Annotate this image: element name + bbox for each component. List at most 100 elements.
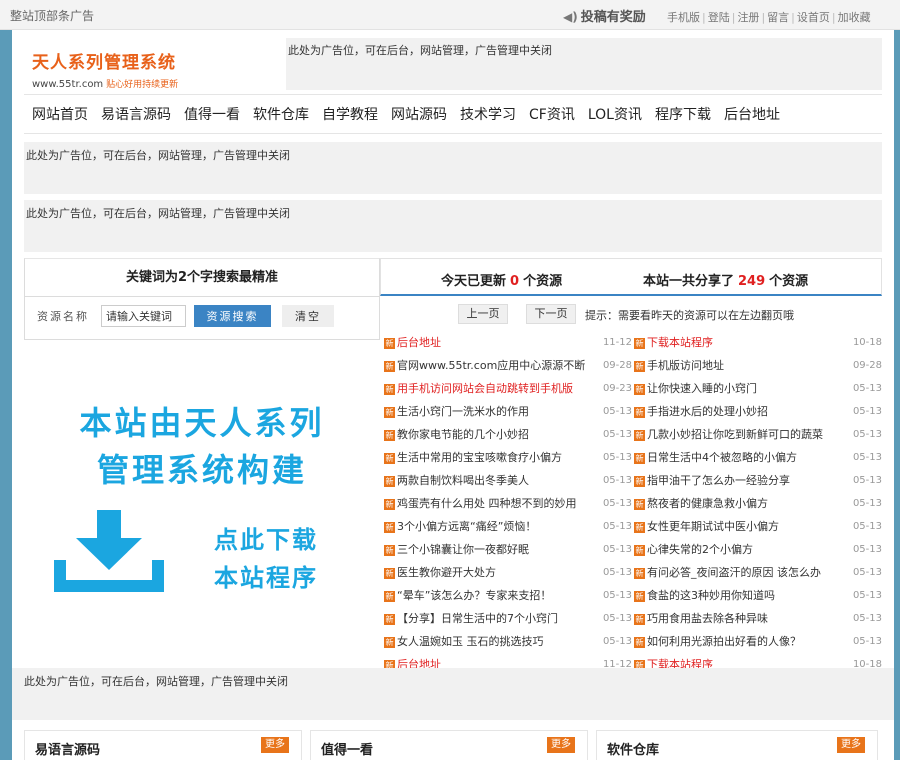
- resource-item[interactable]: 新后台地址 11-12: [384, 332, 632, 355]
- resource-date: 09-28: [602, 360, 632, 371]
- resource-title[interactable]: 三个小锦囊让你一夜都好眠: [397, 539, 529, 561]
- resource-title[interactable]: 鸡蛋壳有什么用处 四种想不到的妙用: [397, 493, 577, 515]
- resource-title[interactable]: 教你家电节能的几个小妙招: [397, 424, 529, 446]
- resource-title[interactable]: 女性更年期试试中医小偏方: [647, 516, 779, 538]
- link-register[interactable]: 注册: [737, 11, 759, 24]
- new-badge-icon: 新: [634, 590, 645, 602]
- ad-bar-2[interactable]: 此处为广告位，可在后台，网站管理，广告管理中关闭: [24, 200, 882, 252]
- resource-title[interactable]: 生活中常用的宝宝咳嗽食疗小偏方: [397, 447, 562, 469]
- resource-item[interactable]: 新下载本站程序 10-18: [634, 332, 882, 355]
- nav-download[interactable]: 程序下载: [655, 104, 711, 124]
- resource-item[interactable]: 新女人温婉如玉 玉石的挑选技巧 05-13: [384, 631, 632, 654]
- top-banner-ad[interactable]: 整站顶部条广告: [10, 7, 94, 24]
- resource-item[interactable]: 新熬夜者的健康急救小偏方 05-13: [634, 493, 882, 516]
- resource-item[interactable]: 新生活小窍门一洗米水的作用 05-13: [384, 401, 632, 424]
- resource-title[interactable]: 让你快速入睡的小窍门: [647, 378, 757, 400]
- nav-tech[interactable]: 技术学习: [460, 104, 516, 124]
- nav-web-source[interactable]: 网站源码: [391, 104, 447, 124]
- resource-item[interactable]: 新手指进水后的处理小妙招 05-13: [634, 401, 882, 424]
- resource-title[interactable]: 3个小偏方远离“痛经”烦恼！: [397, 516, 536, 538]
- resource-item[interactable]: 新如何利用光源拍出好看的人像？ 05-13: [634, 631, 882, 654]
- resource-item[interactable]: 新让你快速入睡的小窍门 05-13: [634, 378, 882, 401]
- more-button[interactable]: 更多: [261, 737, 289, 753]
- logo-slogan: 贴心好用持续更新: [106, 80, 179, 90]
- resource-title[interactable]: “晕车”该怎么办？专家来支招！: [397, 585, 551, 607]
- resource-item[interactable]: 新三个小锦囊让你一夜都好眠 05-13: [384, 539, 632, 562]
- resource-item[interactable]: 新有问必答_夜间盗汗的原因 该怎么办 05-13: [634, 562, 882, 585]
- search-button[interactable]: 资源搜索: [194, 305, 271, 327]
- nav-tutorials[interactable]: 自学教程: [322, 104, 378, 124]
- link-favorite[interactable]: 加收藏: [838, 11, 871, 24]
- resource-title[interactable]: 生活小窍门一洗米水的作用: [397, 401, 529, 423]
- resource-title[interactable]: 后台地址: [397, 332, 441, 354]
- resource-item[interactable]: 新鸡蛋壳有什么用处 四种想不到的妙用 05-13: [384, 493, 632, 516]
- resource-title[interactable]: 几款小妙招让你吃到新鲜可口的蔬菜: [647, 424, 823, 446]
- resource-date: 11-12: [602, 337, 632, 348]
- ad-bar-1[interactable]: 此处为广告位，可在后台，网站管理，广告管理中关闭: [24, 142, 882, 194]
- nav-cf[interactable]: CF资讯: [529, 104, 575, 124]
- resource-item[interactable]: 新教你家电节能的几个小妙招 05-13: [384, 424, 632, 447]
- resource-date: 05-13: [602, 567, 632, 578]
- nav-admin[interactable]: 后台地址: [724, 104, 780, 124]
- link-login[interactable]: 登陆: [708, 11, 730, 24]
- resource-title[interactable]: 巧用食用盐去除各种异味: [647, 608, 768, 630]
- resource-item[interactable]: 新【分享】日常生活中的7个小窍门 05-13: [384, 608, 632, 631]
- resource-title[interactable]: 心律失常的2个小偏方: [647, 539, 753, 561]
- nav-lol[interactable]: LOL资讯: [588, 104, 642, 124]
- nav-software[interactable]: 软件仓库: [253, 104, 309, 124]
- search-input[interactable]: [101, 305, 186, 327]
- link-message[interactable]: 留言: [767, 11, 789, 24]
- resource-item[interactable]: 新用手机访问网站会自动跳转到手机版 09-23: [384, 378, 632, 401]
- resource-title[interactable]: 有问必答_夜间盗汗的原因 该怎么办: [647, 562, 821, 584]
- resource-item[interactable]: 新生活中常用的宝宝咳嗽食疗小偏方 05-13: [384, 447, 632, 470]
- download-banner[interactable]: 本站由天人系列 管理系统构建 点此下载 本站程序: [24, 340, 380, 668]
- clear-button[interactable]: 清空: [282, 305, 334, 327]
- more-button[interactable]: 更多: [837, 737, 865, 753]
- resource-item[interactable]: 新巧用食用盐去除各种异味 05-13: [634, 608, 882, 631]
- resource-title[interactable]: 用手机访问网站会自动跳转到手机版: [397, 378, 573, 400]
- header-ad[interactable]: 此处为广告位，可在后台，网站管理，广告管理中关闭: [286, 38, 882, 90]
- nav-worth-seeing[interactable]: 值得一看: [184, 104, 240, 124]
- resource-item[interactable]: 新食盐的这3种妙用你知道吗 05-13: [634, 585, 882, 608]
- resource-item[interactable]: 新医生教你避开大处方 05-13: [384, 562, 632, 585]
- ad-bar-bottom[interactable]: 此处为广告位，可在后台，网站管理，广告管理中关闭: [12, 668, 894, 720]
- resource-title[interactable]: 女人温婉如玉 玉石的挑选技巧: [397, 631, 544, 653]
- new-badge-icon: 新: [384, 360, 395, 372]
- resource-item[interactable]: 新手机版访问地址 09-28: [634, 355, 882, 378]
- resource-item[interactable]: 新两款自制饮料喝出冬季美人 05-13: [384, 470, 632, 493]
- resource-title[interactable]: 指甲油干了怎么办一经验分享: [647, 470, 790, 492]
- resource-title[interactable]: 医生教你避开大处方: [397, 562, 496, 584]
- resource-title[interactable]: 如何利用光源拍出好看的人像？: [647, 631, 801, 653]
- resource-title[interactable]: 两款自制饮料喝出冬季美人: [397, 470, 529, 492]
- resource-item[interactable]: 新女性更年期试试中医小偏方 05-13: [634, 516, 882, 539]
- resource-item[interactable]: 新 3个小偏方远离“痛经”烦恼！ 05-13: [384, 516, 632, 539]
- pager: 上一页 下一页 提示：需要看昨天的资源可以在左边翻页哦: [380, 304, 882, 328]
- resource-title[interactable]: 手指进水后的处理小妙招: [647, 401, 768, 423]
- resource-title[interactable]: 日常生活中4个被忽略的小偏方: [647, 447, 797, 469]
- nav-home[interactable]: 网站首页: [32, 104, 88, 124]
- resource-item[interactable]: 新指甲油干了怎么办一经验分享 05-13: [634, 470, 882, 493]
- contribute-label: 投稿有奖励: [580, 10, 646, 25]
- contribute-link[interactable]: ◀) 投稿有奖励: [563, 6, 646, 25]
- link-mobile[interactable]: 手机版: [667, 11, 700, 24]
- next-page-button[interactable]: 下一页: [526, 304, 576, 324]
- resource-date: 05-13: [852, 475, 882, 486]
- resource-title[interactable]: 熬夜者的健康急救小偏方: [647, 493, 768, 515]
- logo-url: www.55tr.com 贴心好用持续更新: [32, 79, 179, 90]
- nav-e-source[interactable]: 易语言源码: [101, 104, 171, 124]
- resource-item[interactable]: 新心律失常的2个小偏方 05-13: [634, 539, 882, 562]
- resource-title[interactable]: 官网www.55tr.com应用中心源源不断: [397, 355, 585, 377]
- banner-download-2: 本站程序: [214, 564, 318, 592]
- resource-item[interactable]: 新 “晕车”该怎么办？专家来支招！ 05-13: [384, 585, 632, 608]
- resource-title[interactable]: 下载本站程序: [647, 332, 713, 354]
- resource-title[interactable]: 手机版访问地址: [647, 355, 724, 377]
- more-button[interactable]: 更多: [547, 737, 575, 753]
- site-logo[interactable]: 天人系列管理系统 www.55tr.com 贴心好用持续更新: [32, 48, 212, 94]
- resource-item[interactable]: 新几款小妙招让你吃到新鲜可口的蔬菜 05-13: [634, 424, 882, 447]
- prev-page-button[interactable]: 上一页: [458, 304, 508, 324]
- resource-title[interactable]: 【分享】日常生活中的7个小窍门: [397, 608, 558, 630]
- link-set-home[interactable]: 设首页: [797, 11, 830, 24]
- resource-title[interactable]: 食盐的这3种妙用你知道吗: [647, 585, 775, 607]
- resource-item[interactable]: 新官网www.55tr.com应用中心源源不断 09-28: [384, 355, 632, 378]
- resource-item[interactable]: 新日常生活中4个被忽略的小偏方 05-13: [634, 447, 882, 470]
